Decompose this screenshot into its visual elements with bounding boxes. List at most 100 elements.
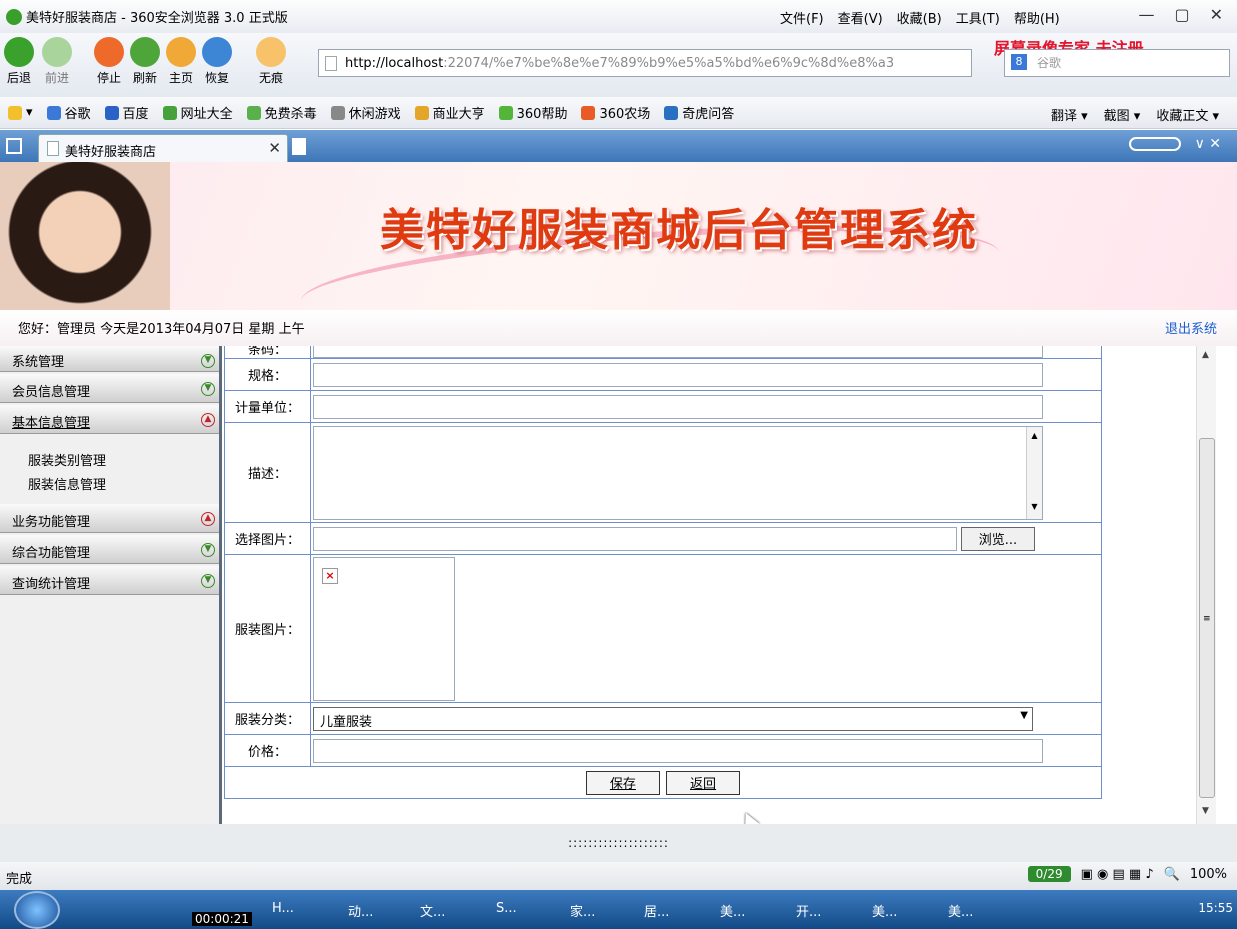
menu-view[interactable]: 查看(V) xyxy=(838,8,883,27)
tab-active[interactable]: 美特好服装商店 ✕ xyxy=(38,134,288,162)
taskbar-item[interactable]: 开... xyxy=(796,901,821,920)
save-button[interactable]: 保存 xyxy=(585,770,660,795)
fav-link-antivirus[interactable]: 免费杀毒 xyxy=(246,103,317,122)
download-counter-badge[interactable]: 0/29 xyxy=(1027,866,1071,882)
form-row-category: 服装分类： 儿童服装 ▼ xyxy=(224,702,1102,735)
screenshot-button[interactable]: 截图 ▾ xyxy=(1104,105,1141,124)
search-box[interactable]: 8 谷歌 xyxy=(1004,49,1230,77)
translate-button[interactable]: 翻译 ▾ xyxy=(1051,105,1088,124)
taskbar-item[interactable]: 动... xyxy=(348,901,373,920)
fav-link-business[interactable]: 商业大亨 xyxy=(414,103,485,122)
price-input[interactable] xyxy=(313,738,1043,763)
sidebar-toggle-icon[interactable] xyxy=(6,138,22,154)
menu-query-stats[interactable]: 查询统计管理 ▼ xyxy=(0,566,219,595)
close-all-icon[interactable]: ✕ xyxy=(1209,136,1221,152)
tab-search-pill[interactable] xyxy=(1128,137,1181,151)
form-row-price: 价格： xyxy=(224,734,1102,767)
form-row-description: 描述： ▲ ▼ xyxy=(224,422,1102,523)
menu-file[interactable]: 文件(F) xyxy=(780,8,824,27)
tab-bar-controls: ∨ ✕ xyxy=(1128,136,1221,152)
taskbar-item[interactable]: 美... xyxy=(948,901,973,920)
unit-input[interactable] xyxy=(313,394,1043,419)
collapse-icon: ▲ xyxy=(201,512,215,526)
back-button-form[interactable]: 返回 xyxy=(666,770,741,795)
description-textarea[interactable]: ▲ ▼ xyxy=(313,425,1043,520)
status-text: 完成 xyxy=(6,872,33,887)
refresh-icon xyxy=(130,37,160,67)
forward-button[interactable]: 前进 xyxy=(42,33,72,86)
taskbar-item[interactable]: 文... xyxy=(420,901,445,920)
scroll-grip-icon: ≡ xyxy=(1203,614,1211,624)
new-tab-icon[interactable] xyxy=(292,138,306,155)
status-tool-icons[interactable]: ▣ ◉ ▤ ▦ ♪ xyxy=(1081,867,1154,882)
site-banner: 美特好服装商城后台管理系统 xyxy=(0,162,1237,310)
chevron-down-icon[interactable]: ∨ xyxy=(1195,136,1205,152)
scroll-up-icon[interactable]: ▲ xyxy=(1202,350,1209,360)
fav-link-qa[interactable]: 奇虎问答 xyxy=(664,103,734,122)
taskbar-item[interactable]: 居... xyxy=(644,901,669,920)
tab-close-icon[interactable]: ✕ xyxy=(268,139,281,157)
spec-input[interactable] xyxy=(313,362,1043,387)
page-scrollbar[interactable]: ▲ ≡ ▼ xyxy=(1196,346,1216,824)
barcode-label: 条码： xyxy=(224,346,311,359)
greeting-bar: 您好：管理员 今天是2013年04月07日 星期 上午 退出系统 xyxy=(0,310,1237,346)
start-button[interactable] xyxy=(14,891,60,929)
favorites-star-icon[interactable]: ▾ xyxy=(8,105,33,120)
browser-logo-icon xyxy=(6,8,22,25)
browse-button[interactable]: 浏览... xyxy=(961,526,1035,551)
incognito-icon xyxy=(256,37,286,67)
save-article-button[interactable]: 收藏正文 ▾ xyxy=(1156,105,1219,124)
textarea-scrollbar[interactable]: ▲ ▼ xyxy=(1026,426,1042,519)
menu-member-info[interactable]: 会员信息管理 ▼ xyxy=(0,374,219,403)
fav-link-games[interactable]: 休闲游戏 xyxy=(330,103,401,122)
form-row-actions: 保存 返回 xyxy=(224,766,1102,799)
menu-business-functions[interactable]: 业务功能管理 ▲ xyxy=(0,504,219,533)
scroll-down-icon[interactable]: ▼ xyxy=(1202,806,1209,816)
menu-tools[interactable]: 工具(T) xyxy=(956,8,1000,27)
fav-link-360help[interactable]: 360帮助 xyxy=(498,103,567,122)
address-path: :22074/%e7%be%8e%e7%89%b9%e5%a5%bd%e6%9c… xyxy=(443,55,895,71)
file-path-input[interactable] xyxy=(313,526,957,551)
logout-link[interactable]: 退出系统 xyxy=(1165,318,1217,337)
zoom-icon: 🔍 xyxy=(1163,866,1180,882)
fav-link-google[interactable]: 谷歌 xyxy=(46,103,91,122)
page-icon xyxy=(325,56,337,71)
stop-button[interactable]: 停止 xyxy=(94,33,124,86)
taskbar-item[interactable]: 美... xyxy=(720,901,745,920)
restore-icon[interactable]: ▢ xyxy=(1174,5,1189,24)
taskbar-item[interactable]: 家... xyxy=(570,901,595,920)
form-row-barcode: 条码： xyxy=(224,346,1102,359)
submenu-category-admin[interactable]: 服装类别管理 xyxy=(28,450,219,474)
category-select[interactable]: 儿童服装 ▼ xyxy=(313,706,1033,731)
menu-system-admin[interactable]: 系统管理 ▼ xyxy=(0,346,219,372)
description-label: 描述： xyxy=(224,422,311,523)
incognito-button[interactable]: 无痕 xyxy=(256,33,286,86)
submenu-clothing-info[interactable]: 服装信息管理 xyxy=(28,474,219,498)
fav-link-directory[interactable]: 网址大全 xyxy=(162,103,233,122)
taskbar-item[interactable]: H... xyxy=(272,901,294,916)
menu-help[interactable]: 帮助(H) xyxy=(1014,8,1060,27)
taskbar-item[interactable]: S... xyxy=(496,901,517,916)
menu-basic-info[interactable]: 基本信息管理 ▲ xyxy=(0,405,219,434)
form-row-unit: 计量单位： xyxy=(224,390,1102,423)
address-bar[interactable]: http://localhost:22074/%e7%be%8e%e7%89%b… xyxy=(318,49,972,77)
frame-splitter[interactable]: :::::::::::::::::::: xyxy=(0,824,1237,862)
minimize-icon[interactable]: — xyxy=(1138,5,1154,24)
category-label: 服装分类： xyxy=(224,702,311,735)
dropdown-arrow-icon: ▼ xyxy=(1020,709,1028,721)
restore-button[interactable]: 恢复 xyxy=(202,33,232,86)
menu-integrated-functions[interactable]: 综合功能管理 ▼ xyxy=(0,535,219,564)
admin-sidebar: 系统管理 ▼ 会员信息管理 ▼ 基本信息管理 ▲ 服装类别管理 服装信息管理 业务功能… xyxy=(0,346,222,824)
back-button[interactable]: 后退 xyxy=(4,33,34,86)
tab-page-icon xyxy=(47,141,59,156)
home-button[interactable]: 主页 xyxy=(166,33,196,86)
menu-favorites[interactable]: 收藏(B) xyxy=(897,8,942,27)
close-icon[interactable]: ✕ xyxy=(1210,5,1223,24)
taskbar-item[interactable]: 美... xyxy=(872,901,897,920)
refresh-button[interactable]: 刷新 xyxy=(130,33,160,86)
fav-link-baidu[interactable]: 百度 xyxy=(104,103,149,122)
zoom-level[interactable]: 100% xyxy=(1190,867,1227,882)
broken-image-icon: × xyxy=(322,567,338,584)
barcode-input[interactable] xyxy=(313,346,1043,358)
fav-link-360farm[interactable]: 360农场 xyxy=(581,103,650,122)
